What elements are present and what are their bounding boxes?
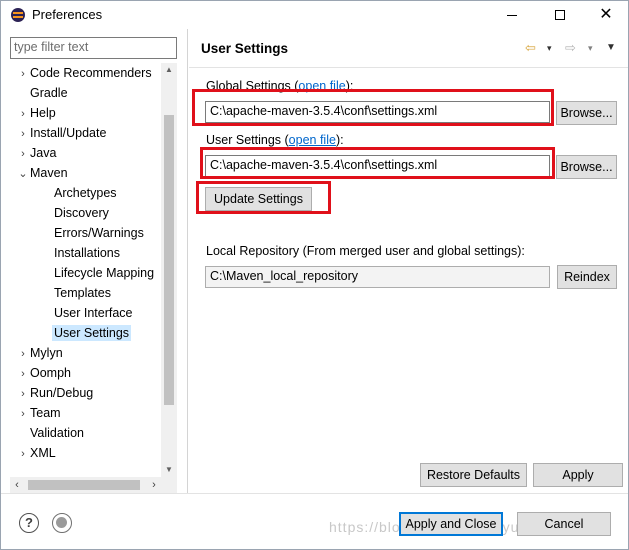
collapse-arrow-icon[interactable]: ⌄: [16, 164, 30, 184]
user-browse-button[interactable]: Browse...: [556, 155, 617, 179]
scroll-left-icon[interactable]: ‹: [10, 477, 24, 493]
scroll-right-icon[interactable]: ›: [147, 477, 161, 493]
local-repository-label: Local Repository (From merged user and g…: [206, 244, 525, 258]
tree-item-help[interactable]: › Help: [16, 103, 56, 123]
tree-item-lifecycle-mapping[interactable]: Lifecycle Mapping: [54, 263, 154, 283]
tree-item-errors-warnings[interactable]: Errors/Warnings: [54, 223, 144, 243]
tree-item-user-interface[interactable]: User Interface: [54, 303, 133, 323]
update-settings-button[interactable]: Update Settings: [205, 187, 312, 211]
title-separator: [189, 67, 628, 68]
preference-tree: › Code Recommenders Gradle › Help › Install…: [10, 63, 177, 493]
restore-defaults-button[interactable]: Restore Defaults: [420, 463, 527, 487]
tree-item-oomph[interactable]: › Oomph: [16, 363, 71, 383]
tree-item-run-debug[interactable]: › Run/Debug: [16, 383, 93, 403]
tree-item-xml[interactable]: › XML: [16, 443, 56, 463]
window-title: Preferences: [32, 7, 103, 22]
global-settings-field[interactable]: C:\apache-maven-3.5.4\conf\settings.xml: [205, 101, 550, 123]
tree-item-code-recommenders[interactable]: › Code Recommenders: [16, 63, 151, 84]
tree-item-maven[interactable]: ⌄ Maven: [16, 163, 67, 184]
expand-arrow-icon[interactable]: ›: [16, 104, 30, 124]
tree-item-archetypes[interactable]: Archetypes: [54, 183, 117, 203]
global-settings-label: Global Settings (open file):: [206, 79, 354, 93]
tree-horizontal-scrollbar[interactable]: ‹ ›: [10, 477, 161, 493]
tree-item-installations[interactable]: Installations: [54, 243, 120, 263]
tree-item-mylyn[interactable]: › Mylyn: [16, 343, 63, 363]
expand-arrow-icon[interactable]: ›: [16, 64, 30, 84]
user-settings-label: User Settings (open file):: [206, 133, 344, 147]
expand-arrow-icon[interactable]: ›: [16, 404, 30, 424]
close-icon: ✕: [599, 6, 613, 23]
filter-input[interactable]: type filter text: [10, 37, 177, 59]
tree-item-validation[interactable]: Validation: [16, 423, 84, 443]
scrollbar-corner: [161, 477, 177, 493]
apply-button[interactable]: Apply: [533, 463, 623, 487]
scroll-up-icon[interactable]: ▲: [161, 63, 177, 77]
title-bar: Preferences ✕: [1, 1, 628, 29]
scroll-down-icon[interactable]: ▼: [161, 463, 177, 477]
tree-item-user-settings[interactable]: User Settings: [52, 323, 132, 343]
expand-arrow-icon[interactable]: ›: [16, 384, 30, 404]
tree-item-team[interactable]: › Team: [16, 403, 60, 424]
expand-arrow-icon[interactable]: ›: [16, 124, 30, 144]
page-title: User Settings: [201, 41, 289, 56]
pane-divider[interactable]: [187, 29, 188, 493]
scroll-thumb[interactable]: [164, 115, 174, 405]
help-icon[interactable]: ?: [19, 513, 39, 533]
user-settings-field[interactable]: C:\apache-maven-3.5.4\conf\settings.xml: [205, 155, 550, 177]
user-open-file-link[interactable]: open file: [289, 133, 336, 147]
minimize-icon: [507, 14, 517, 16]
local-repository-field[interactable]: C:\Maven_local_repository: [205, 266, 550, 288]
maximize-button[interactable]: [537, 1, 583, 29]
global-open-file-link[interactable]: open file: [298, 79, 345, 93]
tree-item-java[interactable]: › Java: [16, 143, 56, 163]
tree-vertical-scrollbar[interactable]: ▲ ▼: [161, 63, 177, 477]
apply-and-close-button[interactable]: Apply and Close: [399, 512, 503, 536]
forward-dropdown-icon: ▾: [588, 43, 593, 53]
reindex-button[interactable]: Reindex: [557, 265, 617, 289]
expand-arrow-icon[interactable]: ›: [16, 364, 30, 384]
tree-item-gradle[interactable]: Gradle: [16, 83, 68, 103]
global-browse-button[interactable]: Browse...: [556, 101, 617, 125]
tree-item-discovery[interactable]: Discovery: [54, 203, 109, 223]
footer-separator: [1, 493, 628, 494]
forward-arrow-icon: ⇨: [565, 40, 576, 55]
back-dropdown-icon[interactable]: ▾: [547, 39, 552, 57]
tree-item-templates[interactable]: Templates: [54, 283, 111, 303]
record-icon[interactable]: [52, 513, 72, 533]
expand-arrow-icon[interactable]: ›: [16, 444, 30, 464]
maximize-icon: [555, 10, 565, 20]
preferences-window: Preferences ✕ type filter text › Code Rec…: [0, 0, 629, 550]
minimize-button[interactable]: [489, 1, 535, 29]
eclipse-icon: [11, 8, 25, 22]
close-button[interactable]: ✕: [583, 1, 629, 29]
tree-item-install-update[interactable]: › Install/Update: [16, 123, 106, 143]
expand-arrow-icon[interactable]: ›: [16, 144, 30, 164]
expand-arrow-icon[interactable]: ›: [16, 344, 30, 364]
view-menu-icon[interactable]: ▼: [606, 39, 616, 57]
scroll-thumb[interactable]: [28, 480, 140, 490]
back-arrow-icon[interactable]: ⇦: [525, 39, 536, 57]
cancel-button[interactable]: Cancel: [517, 512, 611, 536]
